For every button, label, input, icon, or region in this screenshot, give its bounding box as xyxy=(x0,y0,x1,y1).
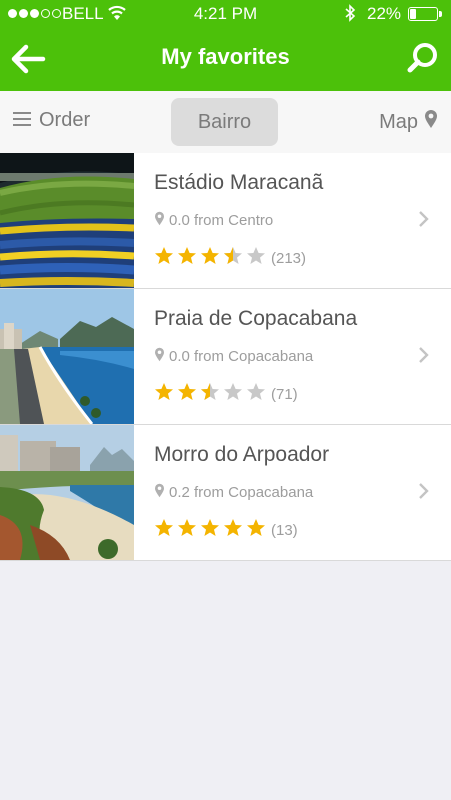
star-empty-icon xyxy=(247,383,265,400)
place-location: 0.0 from Copacabana xyxy=(154,347,313,366)
rating-stars xyxy=(154,246,269,271)
star-full-icon xyxy=(178,383,196,400)
map-label: Map xyxy=(379,110,418,133)
battery-percent: 22% xyxy=(367,4,402,23)
star-full-icon xyxy=(155,247,173,264)
star-full-icon xyxy=(201,519,219,536)
star-full-icon xyxy=(201,247,219,264)
location-pin-icon xyxy=(154,483,165,502)
chevron-right-icon xyxy=(418,346,429,369)
star-rating: (71) xyxy=(154,382,298,407)
bairro-label: Bairro xyxy=(197,110,252,133)
place-name: Estádio Maracanã xyxy=(154,171,324,194)
place-location: 0.2 from Copacabana xyxy=(154,483,313,502)
rating-stars xyxy=(154,382,269,407)
place-name: Morro do Arpoador xyxy=(154,443,330,466)
battery-icon xyxy=(408,7,442,21)
map-pin-icon xyxy=(424,109,438,135)
rating-stars xyxy=(154,518,269,543)
place-distance: 0.0 from Centro xyxy=(169,212,274,229)
bairro-button[interactable]: Bairro xyxy=(171,98,278,146)
star-full-icon xyxy=(224,519,242,536)
list-item[interactable]: Praia de Copacabana 0.0 from Copacabana … xyxy=(0,289,451,425)
star-half-icon xyxy=(201,383,219,400)
star-rating: (213) xyxy=(154,246,306,271)
search-icon[interactable] xyxy=(407,42,439,74)
star-full-icon xyxy=(155,383,173,400)
place-photo xyxy=(0,153,134,288)
place-location: 0.0 from Centro xyxy=(154,211,273,230)
favorites-list: Estádio Maracanã 0.0 from Centro (213) P… xyxy=(0,153,451,561)
map-button[interactable]: Map xyxy=(379,109,438,135)
star-full-icon xyxy=(178,519,196,536)
star-rating: (13) xyxy=(154,518,298,543)
star-half-icon xyxy=(224,247,242,264)
menu-lines-icon xyxy=(13,109,31,132)
star-empty-icon xyxy=(247,247,265,264)
bluetooth-icon xyxy=(344,4,356,27)
place-distance: 0.2 from Copacabana xyxy=(169,484,314,501)
list-item[interactable]: Estádio Maracanã 0.0 from Centro (213) xyxy=(0,153,451,289)
chevron-right-icon xyxy=(418,482,429,505)
list-item[interactable]: Morro do Arpoador 0.2 from Copacabana (1… xyxy=(0,425,451,561)
star-full-icon xyxy=(178,247,196,264)
order-label: Order xyxy=(39,109,91,131)
chevron-right-icon xyxy=(418,210,429,233)
place-photo xyxy=(0,425,134,560)
place-name: Praia de Copacabana xyxy=(154,307,358,330)
page-title: My favorites xyxy=(161,44,290,69)
top-bar: BELL 4:21 PM 22% My favorites xyxy=(0,0,451,91)
location-pin-icon xyxy=(154,347,165,366)
navigation-bar: My favorites xyxy=(0,28,451,91)
status-bar: BELL 4:21 PM 22% xyxy=(0,0,451,28)
star-full-icon xyxy=(247,519,265,536)
review-count: (213) xyxy=(271,250,307,267)
place-photo xyxy=(0,289,134,424)
location-pin-icon xyxy=(154,211,165,230)
star-empty-icon xyxy=(224,383,242,400)
review-count: (71) xyxy=(271,386,298,403)
order-button[interactable]: Order xyxy=(13,109,90,132)
filter-bar: Order Bairro Map xyxy=(0,91,451,154)
review-count: (13) xyxy=(271,522,298,539)
place-distance: 0.0 from Copacabana xyxy=(169,348,314,365)
star-full-icon xyxy=(155,519,173,536)
